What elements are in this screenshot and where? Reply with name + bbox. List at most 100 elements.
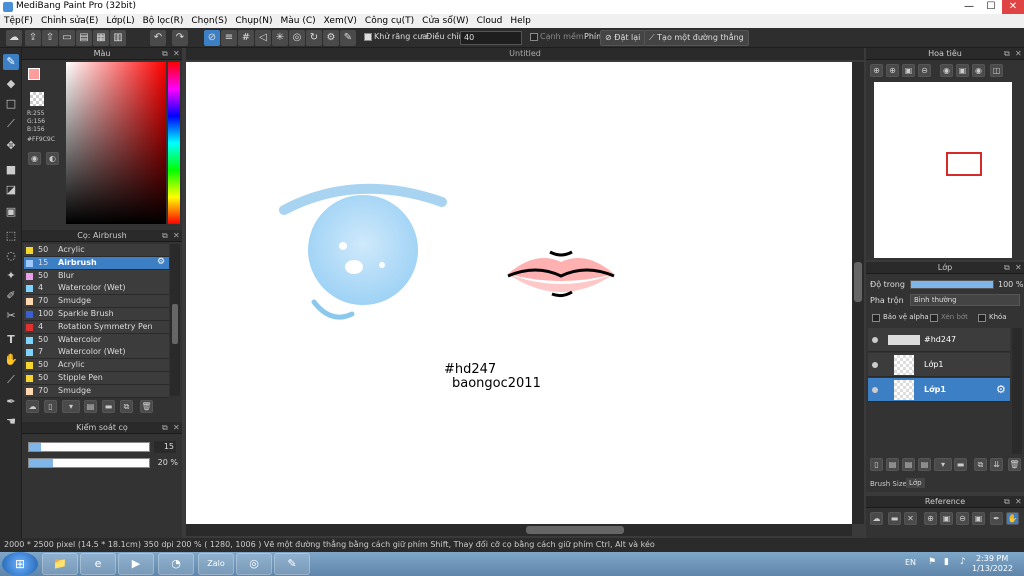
duplicate-layer-icon[interactable]: ⧉ [974, 458, 987, 471]
brush-item[interactable]: 50 Watercolor [24, 333, 169, 347]
menu-view[interactable]: Xem(V) [324, 16, 357, 26]
clock-date[interactable]: 1/13/2022 [972, 564, 1013, 573]
new-8bit-layer-icon[interactable]: ▤ [902, 458, 915, 471]
zoom-out-icon[interactable]: ⊖ [918, 64, 931, 77]
canvas-tab[interactable]: Untitled [186, 48, 864, 60]
ref-fit-icon[interactable]: ▣ [972, 512, 985, 525]
share-icon[interactable]: ⇧ [42, 30, 58, 46]
divide-tool-icon[interactable]: ⟋ [3, 372, 19, 388]
panel-popout-icon[interactable]: ⧉ [1004, 496, 1010, 508]
flip-icon[interactable]: ◫ [990, 64, 1003, 77]
layer-row[interactable]: Lớp1 [868, 353, 1010, 377]
ref-open-icon[interactable]: ▬ [888, 512, 901, 525]
panel-close-icon[interactable]: ✕ [173, 422, 180, 434]
zoom-fit-icon[interactable]: ⊕ [870, 64, 883, 77]
add-brush-icon[interactable]: ▾ [62, 400, 80, 413]
layer-folder-icon[interactable]: ▬ [954, 458, 967, 471]
drawing-canvas[interactable]: #hd247 baongoc2011 [186, 62, 852, 524]
brush-item[interactable]: 50 Acrylic [24, 244, 169, 257]
select-pen-icon[interactable]: ✐ [3, 288, 19, 304]
rotate-left-icon[interactable]: ◉ [940, 64, 953, 77]
brush-item[interactable]: 70 Smudge [24, 384, 169, 398]
layer-row[interactable]: Lớp1 ⚙ [868, 378, 1010, 402]
menu-file[interactable]: Tệp(F) [4, 16, 33, 26]
gradient-tool-icon[interactable]: ▣ [3, 204, 19, 220]
menu-layer[interactable]: Lớp(L) [106, 16, 134, 26]
menu-help[interactable]: Help [510, 16, 531, 26]
ref-close-icon[interactable]: ✕ [904, 512, 917, 525]
adjust-input[interactable]: 40 [460, 31, 522, 45]
panel-close-icon[interactable]: ✕ [1015, 496, 1022, 508]
visibility-eye-icon[interactable] [872, 387, 878, 393]
palette-icon[interactable]: ◉ [28, 152, 41, 165]
new-layer-icon[interactable]: ▯ [870, 458, 883, 471]
zoom-in-icon[interactable]: ⊕ [886, 64, 899, 77]
brush-item[interactable]: 15 Airbrush ⚙ [24, 256, 169, 270]
brush-item[interactable]: 50 Stipple Pen [24, 372, 169, 385]
ref-cloud-icon[interactable]: ☁ [870, 512, 883, 525]
menu-window[interactable]: Cửa sổ(W) [422, 16, 468, 26]
menu-capture[interactable]: Chụp(N) [235, 16, 272, 26]
menu-edit[interactable]: Chỉnh sửa(E) [41, 16, 98, 26]
merge-layer-icon[interactable]: ⇊ [990, 458, 1003, 471]
parallel-snap-icon[interactable]: ≡ [221, 30, 237, 46]
language-indicator[interactable]: EN [905, 558, 916, 567]
ref-zoom-out-icon[interactable]: ⊖ [956, 512, 969, 525]
create-line-button[interactable]: ⟋ Tạo một đường thẳng [644, 30, 749, 46]
maximize-button[interactable]: ☐ [980, 0, 1002, 14]
new-halftone-layer-icon[interactable]: ▤ [886, 458, 899, 471]
delete-brush-icon[interactable]: 🗑 [140, 400, 153, 413]
brush-item[interactable]: 70 Smudge [24, 295, 169, 309]
lock-checkbox[interactable] [978, 314, 986, 322]
foreground-color-swatch[interactable] [28, 68, 40, 80]
grid-snap-icon[interactable]: # [238, 30, 254, 46]
dot-tool-icon[interactable]: ⟋ [3, 116, 19, 132]
hue-slider[interactable] [168, 62, 180, 224]
select-tool-icon[interactable]: ⬚ [3, 228, 19, 244]
clip-checkbox[interactable] [930, 314, 938, 322]
actual-size-icon[interactable]: ▣ [902, 64, 915, 77]
panel-close-icon[interactable]: ✕ [1015, 262, 1022, 274]
layout-icon[interactable]: ▥ [110, 30, 126, 46]
blend-mode-select[interactable]: Bình thường [910, 294, 1020, 306]
perspective-snap-icon[interactable]: ◁ [255, 30, 271, 46]
curve-snap-icon[interactable]: ↻ [306, 30, 322, 46]
redo-icon[interactable]: ↷ [172, 30, 188, 46]
rotate-right-icon[interactable]: ◉ [972, 64, 985, 77]
delete-layer-icon[interactable]: 🗑 [1008, 458, 1021, 471]
layer-gear-icon[interactable]: ⚙ [996, 383, 1006, 396]
ref-eyedropper-icon[interactable]: ✒ [990, 512, 1003, 525]
ref-actual-size-icon[interactable]: ▣ [940, 512, 953, 525]
transparent-swatch[interactable] [30, 92, 44, 106]
tab-layer[interactable]: Lớp [906, 478, 925, 488]
ie-icon[interactable]: e [80, 553, 116, 575]
color-history-icon[interactable]: ◐ [46, 152, 59, 165]
brush-opacity-slider[interactable] [28, 458, 150, 468]
layer-row[interactable]: #hd247 [868, 328, 1010, 352]
duplicate-brush-icon[interactable]: ⧉ [120, 400, 133, 413]
minimize-button[interactable]: — [958, 0, 980, 14]
grid-icon[interactable]: ▦ [93, 30, 109, 46]
panel-popout-icon[interactable]: ⧉ [162, 48, 168, 60]
tray-network-icon[interactable]: ▮ [944, 557, 949, 567]
bucket-tool-icon[interactable]: ◪ [3, 182, 19, 198]
brush-item[interactable]: 50 Acrylic [24, 359, 169, 373]
ref-hand-icon[interactable]: ✋ [1006, 512, 1019, 525]
brush-list-scrollbar[interactable] [170, 244, 180, 396]
panel-close-icon[interactable]: ✕ [1015, 48, 1022, 60]
saturation-value-picker[interactable] [66, 62, 166, 224]
panel-close-icon[interactable]: ✕ [173, 230, 180, 242]
magic-wand-icon[interactable]: ✦ [3, 268, 19, 284]
tray-flag-icon[interactable]: ⚑ [928, 557, 936, 567]
canvas-vertical-scrollbar[interactable] [852, 62, 864, 524]
panel-popout-icon[interactable]: ⧉ [1004, 262, 1010, 274]
brush-settings-icon[interactable]: ▤ [84, 400, 97, 413]
media-icon[interactable]: ▶ [118, 553, 154, 575]
settings-snap-icon[interactable]: ⚙ [323, 30, 339, 46]
protect-alpha-checkbox[interactable] [872, 314, 880, 322]
tray-volume-icon[interactable]: ♪ [960, 557, 966, 567]
canvas-horizontal-scrollbar[interactable] [186, 524, 852, 536]
no-snap-icon[interactable]: ⊘ [204, 30, 220, 46]
brush-item[interactable]: 4 Watercolor (Wet) [24, 282, 169, 296]
brush-size-value[interactable]: 15 [154, 441, 176, 453]
